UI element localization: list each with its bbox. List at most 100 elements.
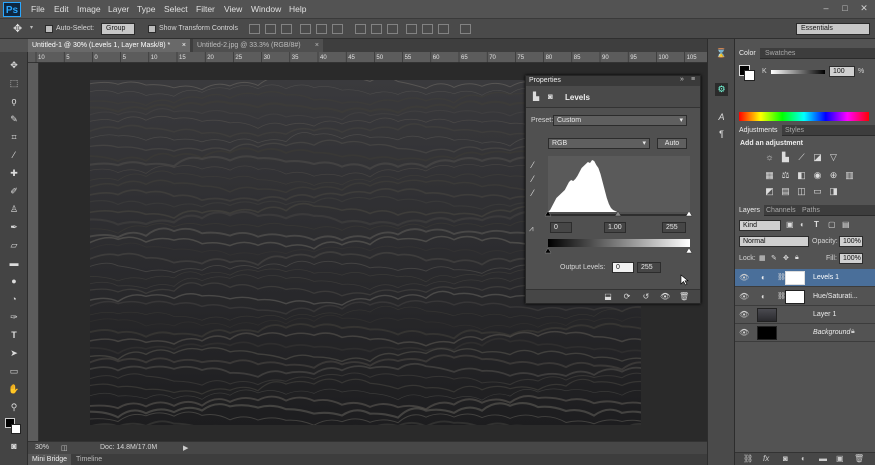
clipping-warning-icon[interactable]: ⩘ — [529, 224, 534, 234]
align-left-icon[interactable] — [300, 24, 311, 34]
menu-layer[interactable]: Layer — [108, 4, 129, 14]
history-panel-icon[interactable]: ⌛ — [715, 47, 728, 60]
zoom-tool-icon[interactable]: ⚲ — [6, 400, 22, 415]
collapse-icon[interactable]: » — [680, 76, 684, 83]
blend-mode-select[interactable]: Normal — [739, 236, 809, 247]
tab-untitled-2[interactable]: Untitled-2.jpg @ 33.3% (RGB/8#) × — [193, 39, 323, 52]
pen-tool-icon[interactable]: ✑ — [6, 310, 22, 325]
quick-select-tool-icon[interactable]: ✎ — [6, 112, 22, 127]
color-spectrum-bar[interactable] — [739, 112, 869, 121]
distribute-hcenter-icon[interactable] — [422, 24, 433, 34]
filter-type-icon[interactable]: T — [814, 220, 819, 229]
history-brush-tool-icon[interactable]: ✒ — [6, 220, 22, 235]
output-white-field[interactable]: 255 — [637, 262, 661, 273]
tab-paths[interactable]: Paths — [798, 205, 824, 216]
auto-button[interactable]: Auto — [657, 138, 687, 149]
k-slider[interactable] — [771, 70, 825, 74]
tab-swatches[interactable]: Swatches — [761, 48, 799, 59]
align-vcenter-icon[interactable] — [265, 24, 276, 34]
lasso-tool-icon[interactable]: ϙ — [6, 94, 22, 109]
menu-image[interactable]: Image — [77, 4, 101, 14]
workspace-select[interactable]: Essentials — [796, 23, 870, 35]
brightness-contrast-icon[interactable]: ☼ — [764, 152, 775, 163]
distribute-left-icon[interactable] — [406, 24, 417, 34]
tool-preset-dropdown-icon[interactable]: ▾ — [30, 24, 33, 31]
filter-shape-icon[interactable]: ▢ — [828, 220, 836, 229]
lock-all-icon[interactable]: 🔒︎ — [795, 254, 799, 262]
layer-row-levels[interactable]: 👁︎ ◐ ⛓︎ Levels 1 — [735, 269, 875, 287]
rectangle-tool-icon[interactable]: ▭ — [6, 364, 22, 379]
align-bottom-icon[interactable] — [281, 24, 292, 34]
menu-select[interactable]: Select — [164, 4, 188, 14]
path-select-tool-icon[interactable]: ➤ — [6, 346, 22, 361]
zoom-level[interactable]: 30% — [35, 444, 49, 451]
filter-smart-object-icon[interactable]: ▤ — [842, 220, 850, 229]
menu-file[interactable]: File — [31, 4, 45, 14]
hand-tool-icon[interactable]: ✋ — [6, 382, 22, 397]
crop-tool-icon[interactable]: ⌗ — [6, 130, 22, 145]
visibility-eye-icon[interactable]: 👁︎ — [739, 310, 749, 320]
posterize-icon[interactable]: ▤ — [780, 186, 791, 197]
healing-tool-icon[interactable]: ✚ — [6, 166, 22, 181]
marquee-tool-icon[interactable]: ⬚ — [6, 76, 22, 91]
link-layers-icon[interactable]: ⛓︎ — [743, 454, 753, 463]
move-tool-icon[interactable]: ✥ — [13, 22, 22, 35]
clip-to-layer-icon[interactable]: ⬓ — [603, 292, 613, 302]
reset-icon[interactable]: ↺ — [641, 292, 651, 302]
visibility-eye-icon[interactable]: 👁︎ — [739, 328, 749, 338]
brush-tool-icon[interactable]: ✐ — [6, 184, 22, 199]
quick-mask-icon[interactable]: ◙ — [6, 439, 22, 454]
tab-styles[interactable]: Styles — [781, 125, 808, 136]
lock-transparent-icon[interactable]: ▦ — [759, 254, 766, 262]
panel-menu-icon[interactable]: ≡ — [691, 76, 695, 83]
layer-style-icon[interactable]: fx — [763, 454, 769, 463]
close-icon[interactable]: × — [182, 39, 186, 52]
auto-align-icon[interactable] — [460, 24, 471, 34]
layer-mask-thumbnail[interactable] — [785, 271, 805, 285]
clone-stamp-tool-icon[interactable]: ♙ — [6, 202, 22, 217]
channel-select[interactable]: RGB ▾ — [548, 138, 650, 149]
output-black-field[interactable]: 0 — [612, 262, 634, 273]
output-slider-handles[interactable] — [543, 246, 695, 254]
layer-row-layer-1[interactable]: 👁︎ Layer 1 — [735, 306, 875, 324]
layer-name[interactable]: Levels 1 — [813, 274, 839, 281]
photo-filter-icon[interactable]: ◉ — [812, 170, 823, 181]
layer-mask-thumbnail[interactable] — [785, 290, 805, 304]
character-panel-icon[interactable]: A — [715, 111, 728, 124]
input-black-field[interactable]: 0 — [550, 222, 572, 233]
lock-position-icon[interactable]: ✥ — [783, 254, 789, 262]
actions-panel-icon[interactable]: ⚙ — [715, 83, 728, 96]
selective-color-icon[interactable]: ◨ — [828, 186, 839, 197]
color-lookup-icon[interactable]: ▥ — [844, 170, 855, 181]
curves-icon[interactable]: ⟋ — [796, 152, 807, 163]
tab-adjustments[interactable]: Adjustments — [735, 125, 782, 136]
minimize-button[interactable]: – — [819, 2, 833, 15]
preset-select[interactable]: Custom ▾ — [553, 115, 687, 126]
view-previous-icon[interactable]: ⟳ — [622, 292, 632, 302]
gray-eyedropper-icon[interactable]: ⁄ — [532, 174, 534, 184]
menu-view[interactable]: View — [224, 4, 242, 14]
levels-icon[interactable]: ▙ — [780, 152, 791, 163]
align-hcenter-icon[interactable] — [316, 24, 327, 34]
close-button[interactable]: ✕ — [857, 2, 871, 15]
tab-untitled-1[interactable]: Untitled-1 @ 30% (Levels 1, Layer Mask/8… — [28, 39, 190, 52]
distribute-bottom-icon[interactable] — [387, 24, 398, 34]
black-white-icon[interactable]: ◧ — [796, 170, 807, 181]
delete-icon[interactable]: 🗑︎ — [679, 292, 689, 302]
mask-icon[interactable]: ◙ — [548, 92, 553, 101]
visibility-eye-icon[interactable]: 👁︎ — [739, 292, 749, 302]
opacity-field[interactable]: 100% — [839, 236, 863, 247]
move-tool-icon[interactable]: ✥ — [6, 58, 22, 73]
align-right-icon[interactable] — [332, 24, 343, 34]
close-icon[interactable]: × — [315, 39, 319, 52]
align-top-icon[interactable] — [249, 24, 260, 34]
k-value-field[interactable]: 100 — [829, 66, 855, 77]
tab-mini-bridge[interactable]: Mini Bridge — [28, 454, 72, 465]
new-layer-icon[interactable]: ▣ — [836, 454, 844, 463]
gradient-map-icon[interactable]: ▭ — [812, 186, 823, 197]
input-slider-handles[interactable] — [543, 208, 695, 218]
distribute-top-icon[interactable] — [355, 24, 366, 34]
layer-row-hue-saturation[interactable]: 👁︎ ◐ ⛓︎ Hue/Saturati... — [735, 288, 875, 306]
menu-edit[interactable]: Edit — [54, 4, 69, 14]
new-adjustment-layer-icon[interactable]: ◐ — [801, 454, 806, 463]
